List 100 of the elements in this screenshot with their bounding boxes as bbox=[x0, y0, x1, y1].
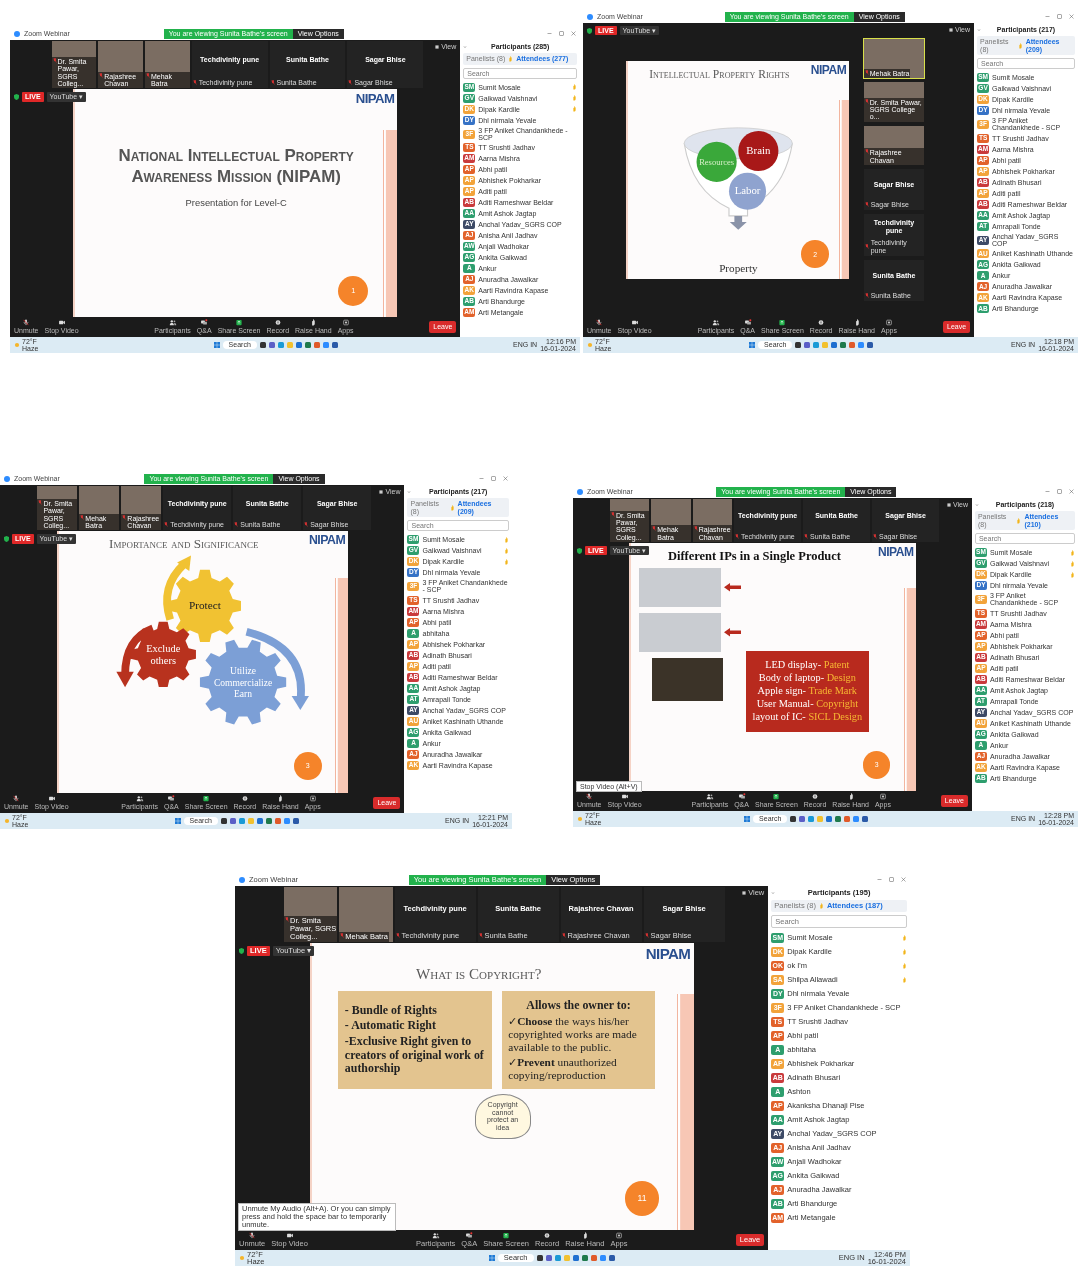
chat-bubbles-icon bbox=[737, 793, 746, 801]
close-icon[interactable] bbox=[1069, 489, 1074, 494]
windows-start-icon[interactable] bbox=[749, 342, 756, 348]
panel-heading: Allows the owner to: bbox=[525, 997, 632, 1013]
bubble-label: Brain bbox=[746, 143, 771, 156]
arrow-icon bbox=[724, 628, 742, 637]
minimize-icon[interactable] bbox=[877, 877, 882, 882]
mic-off-icon bbox=[348, 80, 353, 86]
mic-off-icon bbox=[52, 57, 57, 63]
shield-icon bbox=[577, 547, 582, 554]
shield-icon bbox=[14, 94, 19, 100]
people-icon bbox=[168, 319, 177, 327]
apps-icon bbox=[341, 319, 350, 327]
video-camera-icon bbox=[285, 1232, 294, 1240]
arrow-icon bbox=[724, 582, 742, 592]
zoom-logo-icon bbox=[577, 488, 583, 495]
hand-icon bbox=[309, 319, 318, 327]
video-camera-icon bbox=[57, 319, 66, 327]
bubble-label: Labor bbox=[734, 183, 761, 196]
mic-off-icon bbox=[192, 80, 197, 86]
maximize-icon[interactable] bbox=[1057, 14, 1062, 19]
windows-start-icon[interactable] bbox=[488, 1255, 495, 1261]
minimize-icon[interactable] bbox=[547, 31, 552, 36]
share-screen-icon bbox=[772, 793, 781, 801]
nipam-logo: NIPAM bbox=[645, 944, 691, 962]
mic-off-icon bbox=[804, 533, 809, 539]
slide-title: Different IPs in a Single Product bbox=[667, 548, 841, 564]
mic-off-icon bbox=[122, 514, 127, 520]
bullet-text: ✓Prevent unauthorized copying/reproduction bbox=[508, 1055, 618, 1083]
hand-icon bbox=[1017, 42, 1023, 49]
grid-icon bbox=[435, 44, 440, 49]
mic-off-icon bbox=[478, 933, 483, 939]
zoom-logo-icon bbox=[14, 30, 20, 37]
close-icon[interactable] bbox=[901, 877, 906, 882]
close-icon[interactable] bbox=[1069, 14, 1074, 19]
minimize-icon[interactable] bbox=[1045, 14, 1050, 19]
ip-type-text: Patent bbox=[823, 659, 850, 671]
bullet-text: ✓Choose the ways his/her copyrighted works are made available to the public. bbox=[508, 1014, 638, 1054]
close-icon[interactable] bbox=[571, 31, 576, 36]
grid-icon bbox=[946, 502, 951, 507]
maximize-icon[interactable] bbox=[1057, 489, 1062, 494]
record-icon bbox=[543, 1232, 552, 1240]
zoom-logo-icon bbox=[587, 13, 593, 20]
record-icon bbox=[817, 319, 826, 327]
bullet-text: -Exclusive Right given to creators of original work of authorship bbox=[344, 1035, 485, 1077]
mic-off-icon bbox=[693, 526, 698, 532]
mic-off-icon bbox=[864, 69, 869, 75]
mic-off-icon bbox=[38, 499, 43, 505]
hand-icon bbox=[276, 795, 285, 803]
mic-off-icon bbox=[145, 72, 150, 78]
windows-start-icon[interactable] bbox=[213, 342, 220, 348]
record-icon bbox=[240, 795, 249, 803]
mic-off-icon bbox=[304, 522, 309, 527]
ip-item-text: layout of IC- bbox=[752, 710, 806, 722]
mic-off-icon bbox=[248, 1232, 257, 1240]
nipam-logo: NIPAM bbox=[308, 532, 346, 547]
gear-shape bbox=[130, 621, 197, 687]
mic-off-icon bbox=[595, 319, 604, 327]
share-screen-icon bbox=[235, 319, 244, 327]
share-screen-icon bbox=[202, 795, 211, 803]
record-icon bbox=[811, 793, 820, 801]
mic-off-icon bbox=[644, 933, 649, 939]
close-icon[interactable] bbox=[503, 476, 508, 481]
bubble-shape bbox=[738, 130, 779, 171]
windows-start-icon[interactable] bbox=[174, 818, 181, 824]
minimize-icon[interactable] bbox=[479, 476, 484, 481]
bubble-label: Resources bbox=[699, 156, 735, 167]
minimize-icon[interactable] bbox=[1045, 489, 1050, 494]
sun-icon bbox=[239, 1255, 245, 1261]
ip-type-text: Trade Mark bbox=[808, 685, 858, 697]
windows-start-icon[interactable] bbox=[744, 816, 751, 822]
grid-icon bbox=[742, 890, 747, 895]
apps-icon bbox=[308, 795, 317, 803]
grid-icon bbox=[949, 27, 953, 32]
mic-off-icon bbox=[864, 202, 869, 208]
record-icon bbox=[273, 319, 282, 327]
nipam-logo: NIPAM bbox=[878, 544, 914, 559]
sun-icon bbox=[587, 342, 593, 348]
maximize-icon[interactable] bbox=[889, 877, 894, 882]
ip-item-text: Body of laptop- bbox=[758, 672, 825, 684]
share-screen-icon bbox=[778, 319, 787, 327]
mic-off-icon bbox=[12, 795, 21, 803]
people-icon bbox=[705, 793, 714, 801]
hand-icon bbox=[449, 504, 455, 511]
mic-off-icon bbox=[285, 917, 289, 923]
mic-off-icon bbox=[610, 511, 615, 517]
people-icon bbox=[135, 795, 144, 803]
mic-off-icon bbox=[585, 793, 594, 801]
mic-off-icon bbox=[735, 533, 740, 539]
slide-title: National Intellectual Property Awareness Mission (NIPAM) bbox=[117, 144, 355, 188]
zoom-logo-icon bbox=[4, 475, 10, 482]
nipam-logo: NIPAM bbox=[355, 91, 395, 107]
zoom-logo-icon bbox=[239, 876, 245, 883]
mic-off-icon bbox=[864, 149, 869, 155]
bubble-shape bbox=[729, 172, 767, 210]
sun-icon bbox=[14, 342, 20, 348]
maximize-icon[interactable] bbox=[491, 476, 496, 481]
bullet-text: - Bundle of Rights bbox=[344, 1003, 438, 1018]
people-icon bbox=[711, 319, 720, 327]
maximize-icon[interactable] bbox=[559, 31, 564, 36]
